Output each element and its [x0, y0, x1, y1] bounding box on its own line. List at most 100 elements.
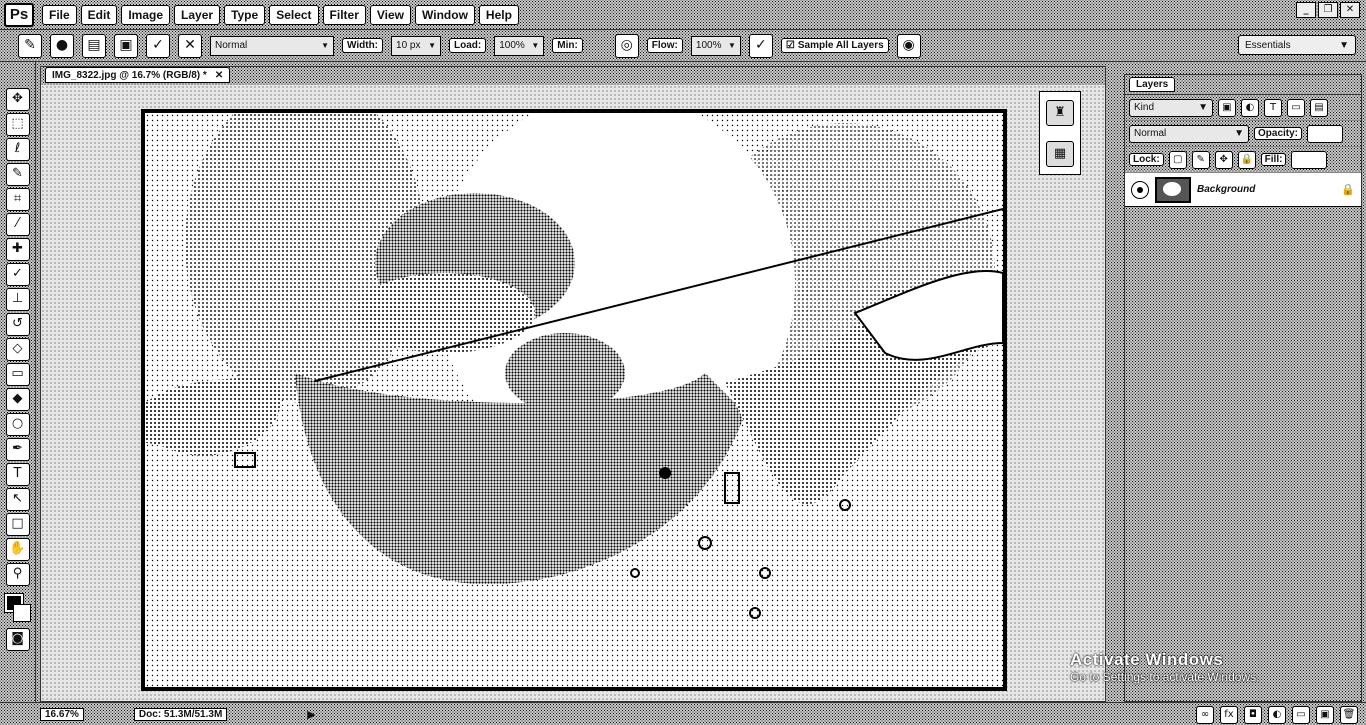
gradient-icon[interactable]: ▭	[5, 363, 30, 386]
flow-value: 100%	[695, 40, 722, 51]
crop-icon[interactable]: ⌗	[5, 188, 30, 211]
menu-select[interactable]: Select	[269, 4, 319, 25]
fill-field[interactable]	[1291, 150, 1328, 169]
min-label: Min:	[552, 38, 583, 53]
layer-list: Background 🔒	[1125, 173, 1361, 703]
watermark-title: Activate Windows	[1070, 650, 1224, 669]
opacity-field[interactable]	[1307, 124, 1344, 143]
image-canvas[interactable]	[141, 109, 1007, 691]
type-icon[interactable]: T	[5, 463, 30, 486]
path-select-icon[interactable]: ↖	[5, 488, 30, 511]
brush-panel-icon[interactable]: ▤	[82, 33, 106, 58]
menu-file[interactable]: File	[42, 4, 77, 25]
add-mask-icon[interactable]: ◘	[1244, 706, 1262, 724]
clean-brush-icon[interactable]: ✕	[178, 33, 202, 58]
move-icon[interactable]: ✥	[5, 88, 30, 111]
menu-help[interactable]: Help	[478, 4, 519, 25]
mode-select[interactable]: Normal ▼	[210, 35, 334, 56]
new-group-icon[interactable]: ▭	[1292, 706, 1310, 724]
kind-filter-value: Kind	[1134, 102, 1155, 113]
delete-layer-icon[interactable]: 🗑	[1340, 706, 1358, 724]
eraser-icon[interactable]: ◇	[5, 338, 30, 361]
pixel-filter-icon[interactable]: ▣	[1218, 98, 1236, 117]
status-bar: 16.67% Doc: 51.3M/51.3M ▶ ∞ fx ◘ ◐ ▭ ▣ 🗑	[0, 702, 1366, 725]
activate-windows-watermark: Activate Windows Go to Settings to activ…	[1070, 650, 1259, 684]
dodge-icon[interactable]: ○	[5, 413, 30, 436]
menu-filter[interactable]: Filter	[322, 4, 366, 25]
load-brush-icon[interactable]: ✓	[146, 33, 170, 58]
lock-position-icon[interactable]: ✥	[1214, 150, 1233, 169]
airbrush-icon[interactable]: ◎	[614, 33, 639, 58]
link-layers-icon[interactable]: ∞	[1196, 706, 1214, 724]
hand-icon[interactable]: ✋	[5, 538, 30, 561]
kind-filter-select[interactable]: Kind ▼	[1129, 98, 1213, 117]
lock-image-icon[interactable]: ✎	[1191, 150, 1210, 169]
document-tab[interactable]: IMG_8322.jpg @ 16.7% (RGB/8) * ✕	[45, 67, 231, 83]
quick-mask-icon[interactable]: ◙	[5, 628, 30, 651]
zoom-icon[interactable]: ⚲	[5, 563, 30, 586]
load-select[interactable]: 100% ▼	[494, 35, 545, 56]
app-logo: Ps	[4, 2, 34, 27]
blend-mode-value: Normal	[1134, 128, 1167, 139]
quick-select-icon[interactable]: ✎	[5, 163, 30, 186]
menu-view[interactable]: View	[369, 4, 412, 25]
airbrush-toggle-icon[interactable]: ✓	[748, 33, 773, 58]
brush-preset-picker-icon[interactable]: ●	[50, 33, 74, 58]
window-controls: _ ❐ ✕	[1296, 2, 1360, 18]
lasso-icon[interactable]: ℓ	[5, 138, 30, 161]
menu-type[interactable]: Type	[224, 4, 266, 25]
tab-layers[interactable]: Layers	[1129, 77, 1176, 92]
eyedropper-icon[interactable]: ⁄	[5, 213, 30, 236]
mode-value: Normal	[215, 40, 248, 51]
menu-layer[interactable]: Layer	[174, 4, 221, 25]
healing-brush-icon[interactable]: ✚	[5, 238, 30, 261]
type-filter-icon[interactable]: T	[1264, 98, 1282, 117]
mixer-brush-tool-preset-icon[interactable]: ✎	[18, 33, 42, 58]
menu-edit[interactable]: Edit	[80, 4, 118, 25]
workspace-switcher[interactable]: Essentials ▼	[1238, 35, 1356, 55]
pressure-size-icon[interactable]: ◉	[896, 33, 921, 58]
minimize-button[interactable]: _	[1296, 2, 1316, 18]
history-brush-icon[interactable]: ↺	[5, 313, 30, 336]
menu-image[interactable]: Image	[121, 4, 171, 25]
flow-select[interactable]: 100% ▼	[690, 35, 741, 56]
marquee-icon[interactable]: ⬚	[5, 113, 30, 136]
sample-all-layers-label: Sample All Layers	[797, 40, 884, 51]
checkbox-checked-icon: ☑	[785, 40, 795, 51]
load-value: 100%	[499, 40, 525, 51]
restore-button[interactable]: ❐	[1318, 2, 1338, 18]
chevron-down-icon: ▼	[727, 41, 736, 50]
brush-panel-icon[interactable]: ▦	[1046, 140, 1074, 167]
new-adjustment-layer-icon[interactable]: ◐	[1268, 706, 1286, 724]
mixer-brush-icon[interactable]: ✓	[5, 263, 30, 286]
menu-window[interactable]: Window	[415, 4, 475, 25]
current-brush-load-icon[interactable]: ▣	[114, 33, 138, 58]
chevron-down-icon: ▼	[1339, 39, 1349, 51]
pen-icon[interactable]: ✒	[5, 438, 30, 461]
blur-icon[interactable]: ◆	[5, 388, 30, 411]
layer-name: Background	[1197, 184, 1256, 195]
close-button[interactable]: ✕	[1340, 2, 1360, 18]
shape-filter-icon[interactable]: ▭	[1287, 98, 1305, 117]
status-menu-arrow-icon[interactable]: ▶	[307, 708, 315, 721]
layer-style-icon[interactable]: fx	[1220, 706, 1238, 724]
canvas-area[interactable]: ♜ ▦	[41, 85, 1105, 701]
width-select[interactable]: 10 px ▼	[391, 35, 442, 56]
zoom-level-field[interactable]: 16.67%	[40, 707, 84, 721]
rectangle-icon[interactable]: □	[5, 513, 30, 536]
lock-transparent-icon[interactable]: ▢	[1168, 150, 1187, 169]
blend-mode-select[interactable]: Normal ▼	[1129, 124, 1249, 143]
adjustment-filter-icon[interactable]: ◐	[1241, 98, 1259, 117]
color-swatches[interactable]	[3, 592, 33, 626]
close-icon[interactable]: ✕	[215, 70, 223, 81]
new-layer-icon[interactable]: ▣	[1316, 706, 1334, 724]
visibility-eye-icon[interactable]	[1131, 180, 1149, 199]
sample-all-layers-checkbox[interactable]: ☑ Sample All Layers	[780, 38, 889, 53]
lock-all-icon[interactable]: 🔒	[1237, 150, 1256, 169]
smart-object-filter-icon[interactable]: ▤	[1310, 98, 1328, 117]
menu-bar: Ps File Edit Image Layer Type Select Fil…	[0, 0, 1366, 30]
background-color-swatch[interactable]	[12, 604, 31, 622]
clone-stamp-icon[interactable]: ⊥	[5, 288, 30, 311]
brush-presets-icon[interactable]: ♜	[1046, 99, 1074, 126]
layer-row-background[interactable]: Background 🔒	[1125, 173, 1361, 207]
